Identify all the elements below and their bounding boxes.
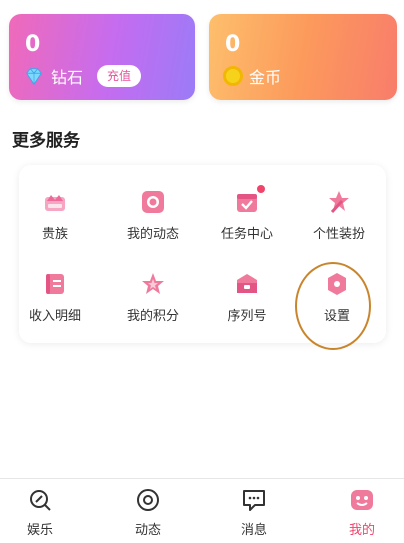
tab-entertainment[interactable]: 娱乐 [0,487,80,538]
service-label: 我的动态 [126,227,179,242]
service-label: 设置 [323,309,350,324]
crown-icon [45,195,65,211]
moments-icon [137,489,159,511]
entertainment-icon [30,490,51,511]
service-label: 序列号 [227,309,267,324]
coin-balance: 0 [225,32,241,57]
services-panel: 贵族 我的动态 任务中心 个性装扮 收入明细 我的积分 序列号 设置 [19,165,386,343]
diamond-label: 钻石 [51,68,84,87]
task-calendar-icon [234,185,265,215]
service-label: 任务中心 [220,227,273,242]
bottom-tab-bar: 娱乐 动态 消息 我的 [0,478,404,543]
service-task-center[interactable]: 任务中心 [201,185,293,249]
service-income-details[interactable]: 收入明细 [9,271,101,331]
diamond-balance: 0 [25,32,41,57]
diamond-icon [26,68,42,86]
coin-label: 金币 [249,68,282,87]
service-settings[interactable]: 设置 [291,271,383,331]
service-my-points[interactable]: 我的积分 [107,271,199,331]
notification-dot [257,185,265,193]
tab-label: 娱乐 [26,523,53,538]
serial-box-icon [237,274,257,293]
recharge-button[interactable]: 充值 [97,65,142,87]
tab-label: 我的 [348,523,375,538]
service-nobility[interactable]: 贵族 [9,189,101,249]
section-title: 更多服务 [12,131,80,151]
service-label: 贵族 [41,227,68,242]
coin-card[interactable]: 0 金币 [209,14,397,100]
service-serial-number[interactable]: 序列号 [201,271,293,331]
diamond-card[interactable]: 0 钻石 充值 [9,14,195,100]
ledger-icon [46,274,64,294]
service-dress-up[interactable]: 个性装扮 [293,189,385,249]
service-label: 个性装扮 [312,227,365,242]
message-icon [243,490,265,511]
service-label: 我的积分 [126,309,179,324]
star-icon [142,273,164,294]
tab-label: 动态 [134,523,161,538]
service-label: 收入明细 [28,309,81,324]
tab-mine[interactable]: 我的 [322,487,402,538]
camera-icon [142,191,164,213]
diamond-row: 钻石 充值 [23,64,142,88]
dress-up-icon [329,191,349,214]
tab-moments[interactable]: 动态 [108,487,188,538]
profile-icon [351,490,373,510]
tab-messages[interactable]: 消息 [214,487,294,538]
tab-label: 消息 [240,523,267,538]
service-my-moments[interactable]: 我的动态 [107,189,199,249]
profile-page: 0 钻石 充值 0 金币 更多服务 贵族 我的动态 任务中心 个性装扮 收入明细… [0,0,404,543]
coin-icon [223,66,243,86]
settings-hex-icon [328,273,346,295]
coin-row: 金币 [223,64,281,88]
